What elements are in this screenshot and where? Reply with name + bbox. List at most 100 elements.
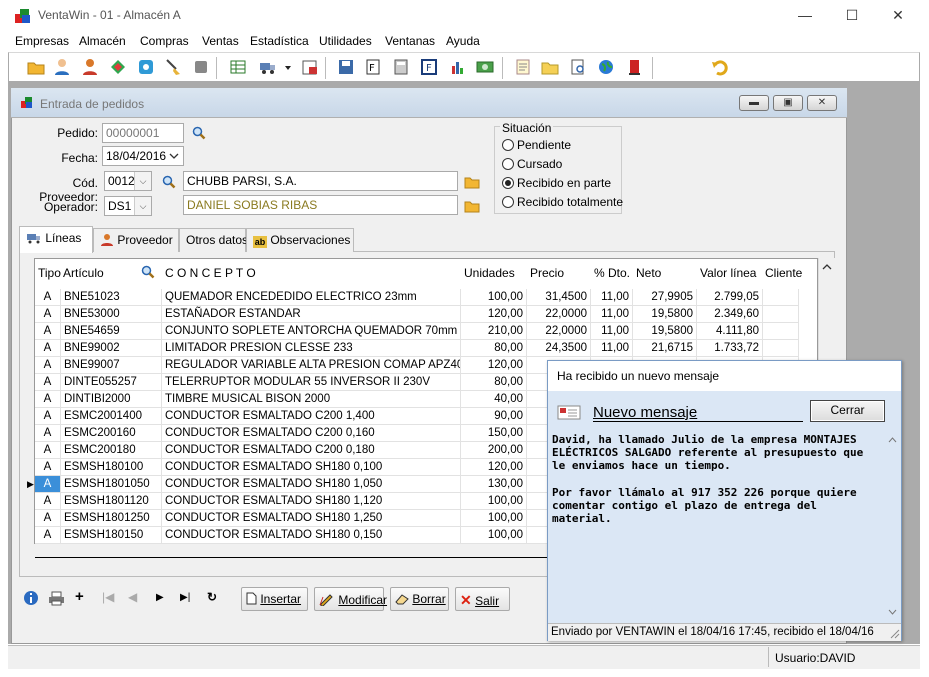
grid-cell-tipo[interactable]: A — [35, 289, 61, 306]
card-icon[interactable] — [301, 58, 319, 76]
user-icon[interactable] — [53, 58, 71, 76]
grid-cell-concepto[interactable]: CONDUCTOR ESMALTADO C200 0,160 — [162, 425, 461, 442]
grid-cell-articulo[interactable]: BNE54659 — [61, 323, 162, 340]
operador-name-field[interactable]: DANIEL SOBIAS RIBAS — [183, 195, 458, 215]
refresh-icon[interactable]: ↻ — [207, 590, 217, 604]
column-header-tipo[interactable]: Tipo — [38, 266, 61, 280]
grid-cell-cliente[interactable] — [763, 323, 799, 340]
child-minimize-button[interactable]: ▬ — [739, 95, 769, 111]
table-icon[interactable] — [229, 58, 247, 76]
save-icon[interactable] — [337, 58, 355, 76]
form-icon[interactable]: F — [420, 58, 438, 76]
info-icon[interactable] — [23, 590, 39, 606]
grid-cell-tipo[interactable]: A — [35, 510, 61, 527]
maximize-button[interactable]: ☐ — [837, 4, 867, 26]
grid-cell-unidades[interactable]: 120,00 — [461, 306, 527, 323]
grid-cell-concepto[interactable]: TELERRUPTOR MODULAR 55 INVERSOR II 230V — [162, 374, 461, 391]
grid-cell-articulo[interactable]: BNE53000 — [61, 306, 162, 323]
grid-cell-concepto[interactable]: CONJUNTO SOPLETE ANTORCHA QUEMADOR 70mm — [162, 323, 461, 340]
last-record-icon[interactable]: ▶| — [180, 592, 190, 603]
notification-scrollbar[interactable] — [885, 432, 900, 620]
grid-cell-articulo[interactable]: ESMSH1801120 — [61, 493, 162, 510]
salir-button[interactable]: ✕ Salir — [455, 587, 510, 611]
grid-cell-concepto[interactable]: CONDUCTOR ESMALTADO SH180 0,150 — [162, 527, 461, 544]
menu-ventas[interactable]: Ventas — [202, 34, 239, 48]
grid-cell-tipo[interactable]: A — [35, 425, 61, 442]
proveedor-dropdown-button[interactable]: ⌵ — [134, 172, 151, 190]
grid-cell-articulo[interactable]: ESMC2001400 — [61, 408, 162, 425]
grid-cell-concepto[interactable]: CONDUCTOR ESMALTADO C200 0,180 — [162, 442, 461, 459]
grid-cell-tipo[interactable]: A — [35, 340, 61, 357]
grid-cell-valor-linea[interactable]: 4.111,80 — [697, 323, 763, 340]
grid-cell-dto[interactable]: 11,00 — [591, 306, 633, 323]
money-icon[interactable] — [476, 58, 494, 76]
grid-cell-articulo[interactable]: ESMSH180150 — [61, 527, 162, 544]
operador-folder-icon[interactable] — [464, 200, 480, 213]
grid-cell-concepto[interactable]: TIMBRE MUSICAL BISON 2000 — [162, 391, 461, 408]
tab-proveedor[interactable]: Proveedor — [93, 228, 179, 252]
grid-cell-unidades[interactable]: 40,00 — [461, 391, 527, 408]
contact-icon[interactable] — [81, 58, 99, 76]
grid-cell-unidades[interactable]: 100,00 — [461, 493, 527, 510]
grid-cell-articulo[interactable]: DINTE055257 — [61, 374, 162, 391]
notification-subject[interactable]: Nuevo mensaje — [593, 404, 803, 422]
radio-recibido-en-parte[interactable]: Recibido en parte — [502, 176, 611, 192]
column-header-dto[interactable]: % Dto. — [594, 266, 630, 280]
insertar-button[interactable]: Insertar — [241, 587, 308, 611]
column-header-concepto[interactable]: C O N C E P T O — [165, 266, 256, 280]
grid-cell-neto[interactable]: 19,5800 — [633, 306, 697, 323]
menu-almacen[interactable]: Almacén — [79, 34, 126, 48]
grid-cell-unidades[interactable]: 120,00 — [461, 459, 527, 476]
grid-cell-concepto[interactable]: ESTAÑADOR ESTANDAR — [162, 306, 461, 323]
scroll-up-icon[interactable] — [888, 436, 897, 443]
tab-otros-datos[interactable]: Otros datos — [179, 228, 248, 252]
grid-cell-articulo[interactable]: BNE99002 — [61, 340, 162, 357]
diamond-icon[interactable] — [109, 58, 127, 76]
open-folder-icon[interactable] — [27, 58, 45, 76]
grid-cell-precio[interactable]: 22,0000 — [527, 323, 591, 340]
grid-cell-articulo[interactable]: ESMC200160 — [61, 425, 162, 442]
grid-cell-precio[interactable]: 22,0000 — [527, 306, 591, 323]
menu-utilidades[interactable]: Utilidades — [319, 34, 372, 48]
grid-cell-tipo[interactable]: A — [35, 527, 61, 544]
grid-cell-precio[interactable]: 24,3500 — [527, 340, 591, 357]
calculator-icon[interactable] — [392, 58, 410, 76]
grid-cell-tipo[interactable]: A — [35, 493, 61, 510]
puzzle-icon[interactable] — [137, 58, 155, 76]
chart-icon[interactable] — [449, 58, 467, 76]
grid-cell-unidades[interactable]: 80,00 — [461, 374, 527, 391]
child-close-button[interactable]: ✕ — [807, 95, 837, 111]
truck-icon[interactable] — [259, 58, 277, 76]
first-record-icon[interactable]: |◀ — [102, 590, 114, 604]
grid-cell-concepto[interactable]: LIMITADOR PRESION CLESSE 233 — [162, 340, 461, 357]
grid-cell-tipo[interactable]: A — [35, 357, 61, 374]
grey-block-icon[interactable] — [192, 58, 210, 76]
invoice-icon[interactable]: F — [364, 58, 382, 76]
operador-dropdown-button[interactable]: ⌵ — [134, 197, 151, 215]
menu-ventanas[interactable]: Ventanas — [385, 34, 435, 48]
menu-empresas[interactable]: Empresas — [15, 34, 69, 48]
notes-icon[interactable] — [514, 58, 532, 76]
search-icon[interactable] — [192, 126, 206, 140]
grid-cell-unidades[interactable]: 100,00 — [461, 527, 527, 544]
add-record-icon[interactable]: + — [75, 588, 84, 605]
grid-cell-cliente[interactable] — [763, 340, 799, 357]
grid-cell-tipo[interactable]: A — [35, 476, 61, 493]
modificar-button[interactable]: Modificar — [314, 587, 387, 611]
grid-cell-unidades[interactable]: 80,00 — [461, 340, 527, 357]
previous-record-icon[interactable]: ◀ — [128, 590, 137, 604]
grid-cell-concepto[interactable]: CONDUCTOR ESMALTADO C200 1,400 — [162, 408, 461, 425]
grid-cell-unidades[interactable]: 200,00 — [461, 442, 527, 459]
document-search-icon[interactable] — [569, 58, 587, 76]
grid-cell-unidades[interactable]: 100,00 — [461, 510, 527, 527]
scroll-up-icon[interactable] — [822, 263, 832, 271]
grid-cell-articulo[interactable]: ESMSH1801250 — [61, 510, 162, 527]
grid-cell-concepto[interactable]: CONDUCTOR ESMALTADO SH180 1,250 — [162, 510, 461, 527]
column-header-unidades[interactable]: Unidades — [464, 266, 515, 280]
grid-cell-neto[interactable]: 27,9905 — [633, 289, 697, 306]
grid-cell-tipo[interactable]: A — [35, 459, 61, 476]
folder-yellow-icon[interactable] — [541, 58, 559, 76]
tab-observaciones[interactable]: ab Observaciones — [246, 228, 354, 252]
grid-cell-articulo[interactable]: BNE51023 — [61, 289, 162, 306]
dropdown-arrow-icon[interactable] — [283, 58, 293, 76]
